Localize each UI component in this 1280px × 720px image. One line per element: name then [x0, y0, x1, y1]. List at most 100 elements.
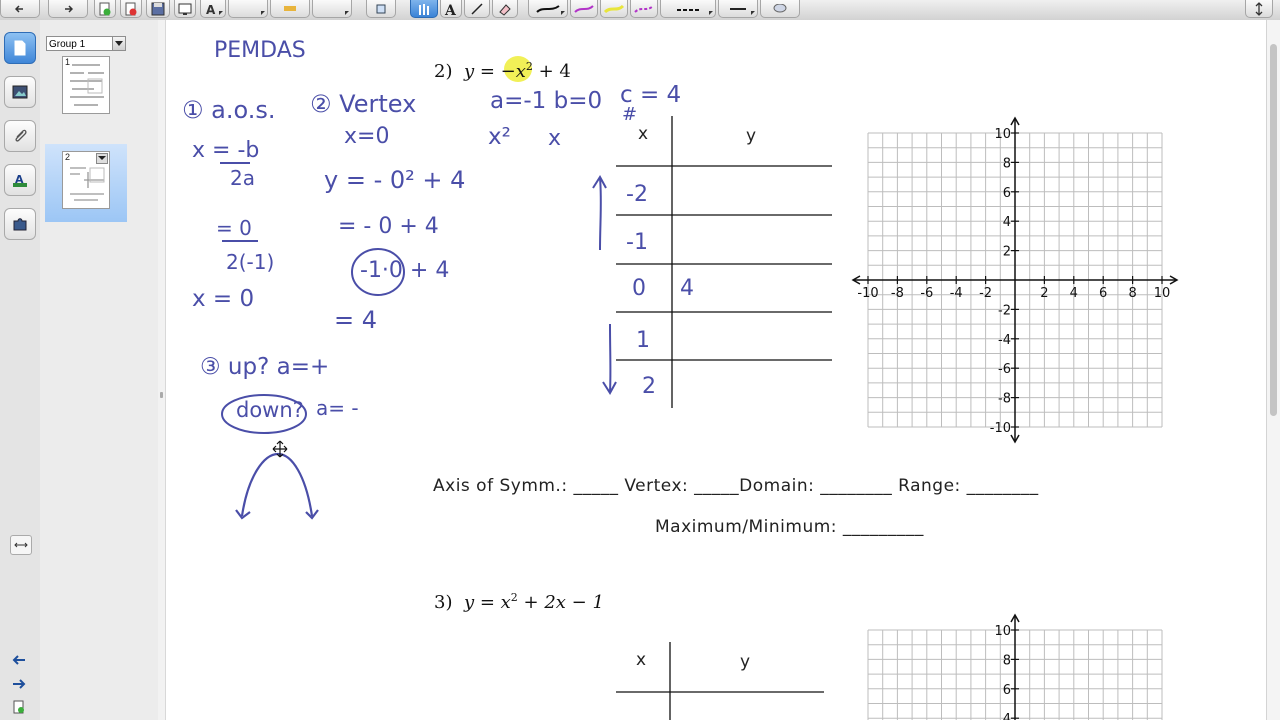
y-tick-label: -4	[998, 333, 1011, 348]
pen-style-dashed[interactable]	[630, 0, 658, 18]
table-header-x: x	[636, 650, 647, 670]
toolbar-position-button[interactable]	[1245, 0, 1273, 18]
x-tick-label: 4	[1070, 286, 1078, 301]
previous-page-icon[interactable]	[12, 654, 26, 666]
left-right-arrow-icon	[14, 542, 28, 548]
page-thumbnail-2[interactable]: 2	[62, 151, 110, 209]
pen-style-yellow[interactable]	[600, 0, 628, 18]
pen-style-purple[interactable]	[570, 0, 598, 18]
page-sorter-tab[interactable]	[4, 32, 36, 64]
y-tick-label: -10	[990, 421, 1011, 436]
eq-rest: + 4	[532, 61, 571, 82]
ink-down-arrow	[602, 323, 617, 395]
pen-tool-button[interactable]	[410, 0, 438, 18]
shape-dropdown[interactable]	[718, 0, 758, 18]
ink-table-x-value: -2	[626, 182, 648, 207]
ink-updown-step: ③ up? a=+	[200, 354, 330, 380]
dropdown-icon	[561, 11, 565, 15]
arrow-left-icon	[15, 4, 23, 13]
y-tick-label: 10	[994, 624, 1011, 639]
y-tick-label: -6	[998, 362, 1011, 377]
letter-a-icon: A	[444, 3, 457, 16]
fill-icon	[284, 5, 296, 11]
save-icon	[151, 2, 165, 15]
table-header-y: y	[746, 126, 757, 146]
properties-icon: A	[13, 173, 27, 187]
collapse-sidebar-button[interactable]	[10, 535, 32, 555]
gallery-icon	[12, 85, 28, 99]
page-thumbnail-1[interactable]: 1	[62, 56, 110, 114]
screen-capture-button[interactable]	[174, 0, 196, 18]
page-menu-button[interactable]	[96, 153, 108, 164]
toolbar-dropdown-2[interactable]	[270, 0, 310, 18]
properties-button[interactable]	[760, 0, 800, 18]
ink-aos-result: x = 0	[192, 286, 255, 312]
vertical-scrollbar[interactable]	[1266, 20, 1280, 720]
x-tick-label: 2	[1040, 286, 1048, 301]
scrollbar-thumb[interactable]	[1270, 44, 1277, 416]
y-tick-label: 10	[994, 127, 1011, 142]
coordinate-grid-problem-3: 10 8 6 4	[867, 613, 1163, 720]
addons-tab[interactable]	[4, 208, 36, 240]
ink-vertex-step: ② Vertex	[310, 90, 417, 118]
attachments-tab[interactable]	[4, 120, 36, 152]
panel-resize-handle[interactable]	[158, 20, 166, 720]
save-button[interactable]	[146, 0, 170, 18]
ink-vertex-y3: -1·0 + 4	[360, 258, 450, 283]
paperclip-icon	[15, 129, 27, 142]
y-tick-label: 6	[1003, 683, 1011, 698]
up-down-arrow-icon	[1255, 1, 1263, 16]
toolbar-dropdown-1[interactable]	[228, 0, 268, 18]
next-page-icon[interactable]	[12, 678, 26, 690]
text-button[interactable]: A	[440, 0, 462, 18]
dropdown-icon	[709, 11, 713, 15]
ink-table-x-value: 1	[636, 328, 650, 353]
x-tick-label: 8	[1128, 286, 1136, 301]
move-cursor-icon	[272, 440, 288, 458]
chevron-down-icon	[98, 156, 106, 160]
select-tool-button[interactable]	[366, 0, 396, 18]
page-number: 2	[65, 152, 71, 162]
yellow-pen-stroke-icon	[603, 4, 625, 13]
eq-lhs: y = x	[463, 592, 511, 613]
y-tick-label: -8	[998, 392, 1011, 407]
line-style-icon	[677, 8, 699, 11]
x-tick-label: -8	[891, 286, 904, 301]
x-tick-label: -2	[979, 286, 992, 301]
ink-vertex-result: = 4	[334, 306, 378, 334]
pen-style-black[interactable]	[528, 0, 568, 18]
group-dropdown-button[interactable]	[112, 36, 126, 51]
ink-aos-substitution: = 0	[216, 216, 252, 240]
svg-text:A: A	[15, 173, 24, 186]
line-style-dropdown[interactable]	[660, 0, 716, 18]
ink-table-y-value: 4	[680, 276, 694, 301]
dashed-pen-stroke-icon	[634, 4, 654, 13]
gallery-tab[interactable]	[4, 76, 36, 108]
ink-coefficients: a=-1 b=0	[490, 88, 603, 114]
whiteboard-page[interactable]: 2) y = −x2 + 4 x y -10 -8 -6 -4 -2 2 4 6 8 10 10 8 6…	[166, 20, 1266, 720]
ink-down-label: down?	[236, 398, 304, 422]
add-page-button[interactable]	[94, 0, 116, 18]
chevron-down-icon	[115, 41, 123, 46]
toolbar-dropdown-3[interactable]	[312, 0, 352, 18]
problem-2-equation: 2) y = −x2 + 4	[434, 60, 571, 82]
page-preview-1	[70, 64, 104, 106]
forward-button[interactable]	[48, 0, 88, 18]
page-icon	[14, 40, 26, 56]
y-tick-label: 6	[1003, 186, 1011, 201]
eq-exponent: 2	[525, 60, 533, 73]
purple-pen-stroke-icon	[574, 4, 594, 13]
properties-tab[interactable]: A	[4, 164, 36, 196]
delete-page-button[interactable]	[120, 0, 142, 18]
text-tool-button[interactable]: A	[200, 0, 226, 18]
eraser-icon	[499, 3, 511, 16]
back-button[interactable]	[0, 0, 40, 18]
eq-rest: + 2x − 1	[517, 592, 604, 613]
add-page-icon[interactable]	[13, 700, 25, 714]
dropdown-icon	[219, 11, 223, 15]
eraser-tool-button[interactable]	[492, 0, 518, 18]
line-tool-button[interactable]	[464, 0, 490, 18]
ink-vertex-x: x=0	[344, 124, 390, 149]
add-page-icon	[99, 2, 111, 15]
dropdown-icon	[345, 11, 349, 15]
